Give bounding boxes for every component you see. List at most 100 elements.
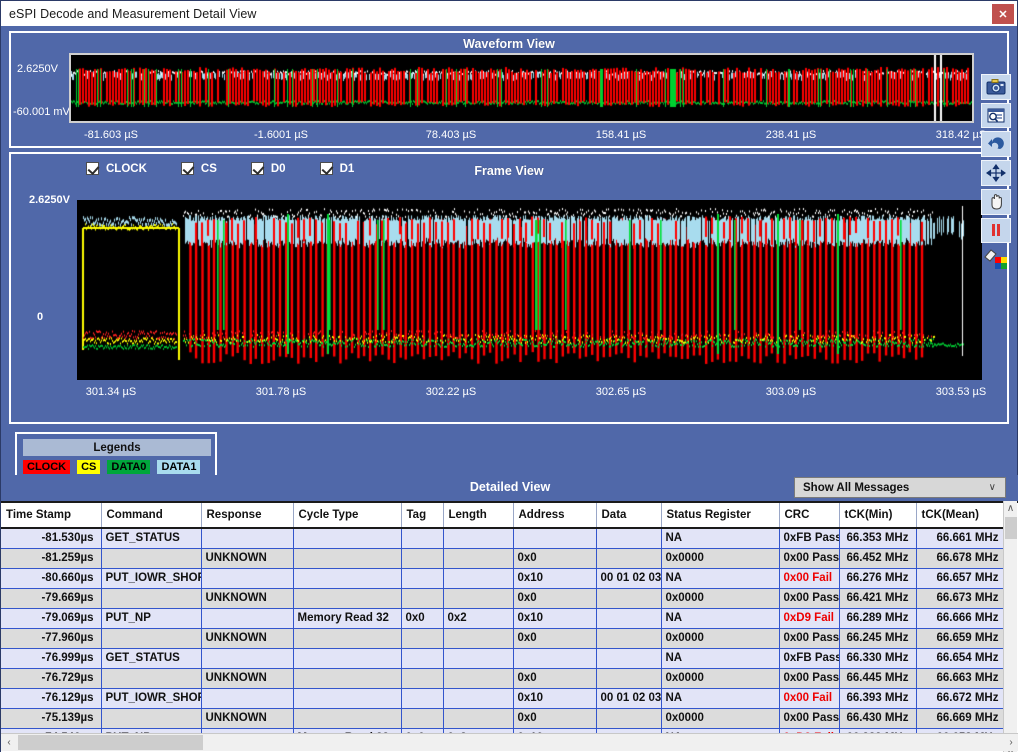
table-vertical-scrollbar[interactable]: ∧ ∨ [1003, 501, 1017, 752]
color-palette-icon[interactable] [981, 246, 1011, 272]
table-cell-command [101, 708, 201, 728]
table-row[interactable]: -80.660µsPUT_IOWR_SHORT0x1000 01 02 03NA… [1, 568, 1006, 588]
table-column-header[interactable]: Tag [401, 503, 443, 528]
waveform-view-panel: Waveform View 2.6250V -60.001 mV -81.603… [9, 31, 1009, 148]
table-cell-crc: 0xFB Pass [779, 648, 839, 668]
pause-icon[interactable] [981, 218, 1011, 244]
table-cell-time: -76.129µs [1, 688, 101, 708]
window-body: Waveform View 2.6250V -60.001 mV -81.603… [0, 26, 1018, 752]
close-button[interactable]: ✕ [992, 4, 1014, 24]
legends-title: Legends [23, 439, 211, 456]
detailed-view-table-container[interactable]: Time StampCommandResponseCycle TypeTagLe… [1, 501, 1018, 752]
table-cell-response [201, 568, 293, 588]
table-column-header[interactable]: CRC [779, 503, 839, 528]
table-cell-command [101, 668, 201, 688]
table-cell-status-register: 0x0000 [661, 588, 779, 608]
channel-label: CS [201, 163, 217, 175]
table-column-header[interactable]: Data [596, 503, 661, 528]
table-cell-cycle-type: Memory Read 32 [293, 608, 401, 628]
channel-checkbox-cs[interactable]: CS [181, 162, 217, 175]
table-cell-tck-mean: 66.663 MHz [916, 668, 1006, 688]
horizontal-scroll-thumb[interactable] [18, 735, 203, 750]
table-cell-crc: 0x00 Pass [779, 708, 839, 728]
table-column-header[interactable]: Time Stamp [1, 503, 101, 528]
table-cell-tck-min: 66.289 MHz [839, 608, 916, 628]
table-cell-time: -80.660µs [1, 568, 101, 588]
table-cell-cycle-type [293, 708, 401, 728]
table-cell-crc: 0x00 Pass [779, 628, 839, 648]
channel-label: D1 [340, 163, 355, 175]
table-column-header[interactable]: Response [201, 503, 293, 528]
table-cell-length [443, 528, 513, 548]
table-cell-crc: 0x00 Fail [779, 568, 839, 588]
table-cell-address: 0x0 [513, 628, 596, 648]
pan-arrows-icon[interactable] [981, 160, 1011, 186]
table-cell-tck-mean: 66.661 MHz [916, 528, 1006, 548]
table-cell-tck-mean: 66.666 MHz [916, 608, 1006, 628]
table-cell-address [513, 648, 596, 668]
frame-plot-canvas[interactable] [77, 200, 982, 380]
table-column-header[interactable]: Cycle Type [293, 503, 401, 528]
table-cell-length [443, 648, 513, 668]
table-column-header[interactable]: tCK(Min) [839, 503, 916, 528]
waveform-x-axis: -81.603 µS-1.6001 µS78.403 µS158.41 µS23… [11, 129, 1007, 145]
scroll-right-icon[interactable]: › [1003, 734, 1018, 751]
detailed-view-table: Time StampCommandResponseCycle TypeTagLe… [1, 503, 1007, 749]
table-horizontal-scrollbar[interactable]: ‹ › [1, 733, 1018, 751]
scroll-left-icon[interactable]: ‹ [1, 734, 17, 751]
channel-checkbox-group: CLOCK CS D0 D1 [86, 162, 354, 175]
hand-icon[interactable] [981, 189, 1011, 215]
channel-checkbox-clock[interactable]: CLOCK [86, 162, 147, 175]
table-cell-cycle-type [293, 628, 401, 648]
table-column-header[interactable]: tCK(Mean) [916, 503, 1006, 528]
scroll-up-icon[interactable]: ∧ [1004, 501, 1017, 516]
checkmark-icon [86, 162, 99, 175]
table-row[interactable]: -76.729µsUNKNOWN0x00x00000x00 Pass66.445… [1, 668, 1006, 688]
table-row[interactable]: -81.530µsGET_STATUSNA0xFB Pass66.353 MHz… [1, 528, 1006, 548]
vertical-scroll-thumb[interactable] [1005, 517, 1017, 539]
channel-checkbox-d0[interactable]: D0 [251, 162, 286, 175]
table-column-header[interactable]: Status Register [661, 503, 779, 528]
table-cell-tck-mean: 66.673 MHz [916, 588, 1006, 608]
table-cell-time: -81.530µs [1, 528, 101, 548]
axis-tick-label: 302.22 µS [426, 386, 476, 398]
table-cell-length: 0x2 [443, 608, 513, 628]
table-cell-data [596, 668, 661, 688]
table-column-header[interactable]: Command [101, 503, 201, 528]
message-filter-select[interactable]: Show All Messages ∨ [794, 477, 1006, 498]
zoom-window-icon[interactable] [981, 103, 1011, 129]
table-cell-address: 0x0 [513, 668, 596, 688]
axis-tick-label: 301.78 µS [256, 386, 306, 398]
table-row[interactable]: -81.259µsUNKNOWN0x00x00000x00 Pass66.452… [1, 548, 1006, 568]
table-row[interactable]: -79.069µsPUT_NPMemory Read 320x00x20x10N… [1, 608, 1006, 628]
table-row[interactable]: -75.139µsUNKNOWN0x00x00000x00 Pass66.430… [1, 708, 1006, 728]
frame-x-axis: 301.34 µS301.78 µS302.22 µS302.65 µS303.… [11, 386, 1007, 402]
table-cell-address: 0x10 [513, 688, 596, 708]
table-cell-time: -79.069µs [1, 608, 101, 628]
table-row[interactable]: -76.129µsPUT_IOWR_SHORT0x1000 01 02 03NA… [1, 688, 1006, 708]
table-row[interactable]: -77.960µsUNKNOWN0x00x00000x00 Pass66.245… [1, 628, 1006, 648]
table-row[interactable]: -79.669µsUNKNOWN0x00x00000x00 Pass66.421… [1, 588, 1006, 608]
table-cell-cycle-type [293, 568, 401, 588]
table-column-header[interactable]: Length [443, 503, 513, 528]
screenshot-icon[interactable] [981, 74, 1011, 100]
table-cell-crc: 0xFB Pass [779, 528, 839, 548]
undo-icon[interactable] [981, 131, 1011, 157]
axis-tick-label: -1.6001 µS [254, 129, 308, 141]
table-cell-response: UNKNOWN [201, 668, 293, 688]
channel-checkbox-d1[interactable]: D1 [320, 162, 355, 175]
table-row[interactable]: -76.999µsGET_STATUSNA0xFB Pass66.330 MHz… [1, 648, 1006, 668]
table-cell-status-register: 0x0000 [661, 708, 779, 728]
frame-view-panel: Frame View CLOCKCSD0D1 2.6250V 0 301.34 … [9, 152, 1009, 424]
table-cell-status-register: NA [661, 648, 779, 668]
table-cell-data [596, 588, 661, 608]
table-cell-command [101, 628, 201, 648]
table-cell-address: 0x10 [513, 568, 596, 588]
waveform-plot-canvas[interactable] [69, 53, 974, 123]
table-cell-time: -79.669µs [1, 588, 101, 608]
table-cell-length [443, 708, 513, 728]
table-cell-length [443, 628, 513, 648]
table-cell-data: 00 01 02 03 [596, 688, 661, 708]
window-title: eSPI Decode and Measurement Detail View [1, 7, 257, 21]
table-column-header[interactable]: Address [513, 503, 596, 528]
